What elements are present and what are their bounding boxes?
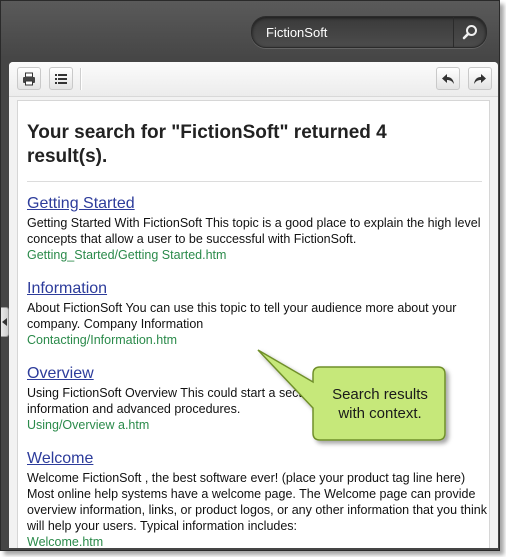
chevron-left-icon <box>1 318 7 326</box>
content-panel: Your search for "FictionSoft" returned 4… <box>9 62 498 548</box>
result-description: Getting Started With FictionSoft This to… <box>27 216 481 246</box>
result-title-link[interactable]: Welcome <box>27 449 487 468</box>
result-description: Welcome FictionSoft , the best software … <box>27 471 487 533</box>
result-title-link[interactable]: Information <box>27 279 487 298</box>
forward-button[interactable] <box>468 67 492 90</box>
search-box <box>251 16 487 48</box>
toc-button[interactable] <box>49 67 73 90</box>
toolbar-divider <box>80 68 81 90</box>
callout-text: Search results with context. <box>332 386 428 422</box>
navigation-pane-toggle[interactable] <box>1 307 9 337</box>
back-button[interactable] <box>436 67 460 90</box>
search-button[interactable] <box>453 17 486 47</box>
results-heading: Your search for "FictionSoft" returned 4… <box>27 122 387 167</box>
search-results-pane: Your search for "FictionSoft" returned 4… <box>17 100 490 548</box>
help-window-frame: Your search for "FictionSoft" returned 4… <box>0 0 500 551</box>
result-title-link[interactable]: Overview <box>27 364 487 383</box>
heading-divider <box>27 181 482 182</box>
search-input[interactable] <box>266 23 446 41</box>
result-item: Information About FictionSoft You can us… <box>27 279 487 348</box>
magnifier-icon <box>462 25 477 40</box>
result-url[interactable]: Getting_Started/Getting Started.htm <box>27 247 487 263</box>
result-url[interactable]: Contacting/Information.htm <box>27 332 487 348</box>
print-button[interactable] <box>17 67 41 90</box>
arrow-forward-icon <box>474 73 486 84</box>
list-icon <box>55 73 67 84</box>
arrow-back-icon <box>442 73 454 84</box>
result-item: Getting Started Getting Started With Fic… <box>27 194 487 263</box>
toolbar <box>9 62 498 97</box>
result-url[interactable]: Welcome.htm <box>27 534 487 548</box>
printer-icon <box>23 72 35 85</box>
result-title-link[interactable]: Getting Started <box>27 194 487 213</box>
result-description: About FictionSoft You can use this topic… <box>27 301 457 331</box>
result-item: Welcome Welcome FictionSoft , the best s… <box>27 449 487 548</box>
